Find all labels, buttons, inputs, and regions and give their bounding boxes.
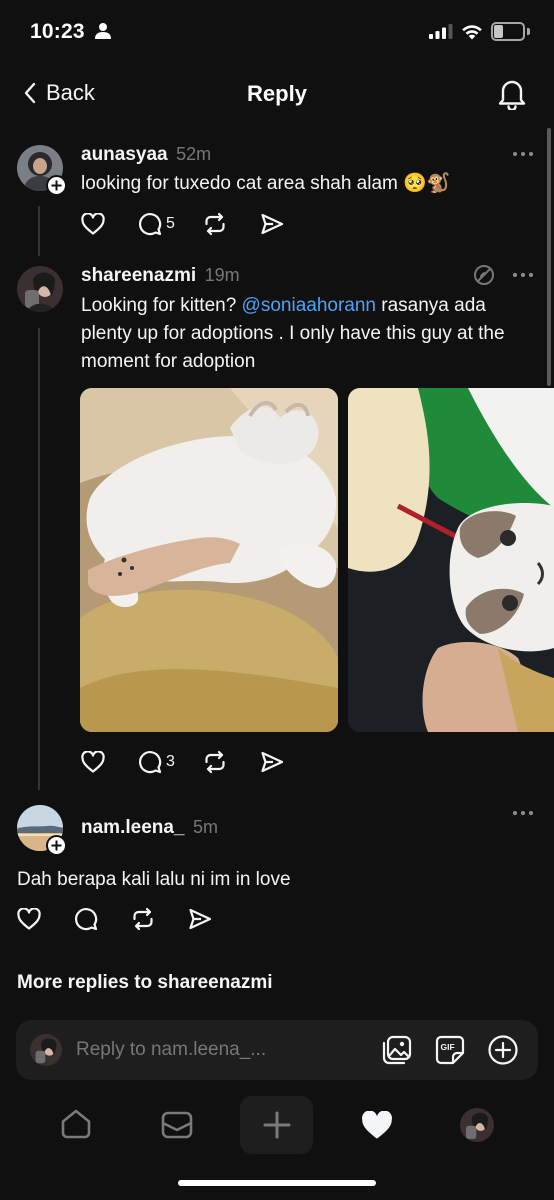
- heart-icon: [81, 213, 105, 235]
- back-label: Back: [46, 80, 95, 105]
- gif-icon: GIF: [435, 1035, 465, 1065]
- tab-profile[interactable]: [460, 1108, 494, 1142]
- plus-icon: [263, 1111, 290, 1139]
- svg-text:GIF: GIF: [441, 1042, 455, 1052]
- status-time: 10:23: [30, 20, 111, 44]
- notifications-button[interactable]: [498, 78, 526, 110]
- share-button[interactable]: [260, 751, 284, 773]
- repost-icon: [133, 907, 153, 931]
- hide-button[interactable]: [473, 264, 495, 286]
- post-image[interactable]: [80, 388, 338, 732]
- scrollbar[interactable]: [547, 128, 551, 386]
- post-text: Dah berapa kali lalu ni im in love: [17, 869, 291, 890]
- username[interactable]: aunasyaa: [81, 144, 168, 165]
- avatar-photo: [460, 1108, 494, 1142]
- username[interactable]: nam.leena_: [81, 817, 185, 838]
- like-button[interactable]: [81, 751, 105, 773]
- comment-icon: [75, 908, 98, 931]
- post-text: looking for tuxedo cat area shah alam 🥺🐒: [81, 173, 451, 194]
- avatar-photo: [17, 266, 63, 312]
- comment-icon: [139, 213, 162, 236]
- repost-icon: [205, 212, 225, 236]
- post-image[interactable]: [348, 388, 554, 732]
- comment-button[interactable]: 3: [138, 750, 175, 774]
- person-icon: [94, 23, 111, 39]
- avatar[interactable]: [17, 266, 63, 312]
- post-header: nam.leena_ 5m: [81, 817, 218, 839]
- reply-count: 3: [166, 753, 175, 770]
- heart-icon: [81, 751, 105, 773]
- bell-icon: [498, 80, 526, 110]
- avatar-photo: [30, 1034, 62, 1066]
- battery-level: 3: [504, 24, 512, 39]
- back-chevron-icon: [24, 82, 36, 104]
- heart-icon: [17, 908, 41, 930]
- tab-create[interactable]: [240, 1096, 313, 1154]
- share-icon: [261, 751, 284, 773]
- tab-activity[interactable]: [361, 1111, 393, 1140]
- kitten-photo: [348, 388, 554, 732]
- status-indicators: 3: [429, 22, 530, 41]
- post-actions: [17, 907, 212, 931]
- comment-button[interactable]: [74, 907, 98, 931]
- activity-heart-icon: [362, 1111, 392, 1139]
- post-header: aunasyaa 52m: [81, 144, 211, 166]
- post-header: shareenazmi 19m: [81, 265, 240, 287]
- reply-count: 5: [166, 215, 175, 232]
- gif-button[interactable]: GIF: [435, 1035, 465, 1065]
- home-icon: [61, 1109, 91, 1139]
- comment-button[interactable]: 5: [138, 212, 175, 236]
- add-attachment-button[interactable]: [487, 1034, 519, 1066]
- more-options-button[interactable]: [509, 807, 537, 819]
- mention-link[interactable]: @soniaahorann: [242, 295, 376, 316]
- timestamp: 19m: [204, 265, 240, 285]
- battery-nub: [527, 28, 530, 35]
- repost-button[interactable]: [131, 907, 155, 931]
- thread-line: [38, 206, 40, 256]
- hidden-icon: [474, 265, 494, 285]
- tab-home[interactable]: [60, 1108, 92, 1140]
- reply-input[interactable]: [76, 1036, 376, 1064]
- more-replies-link[interactable]: More replies to shareenazmi: [17, 972, 273, 994]
- username[interactable]: shareenazmi: [81, 265, 196, 286]
- post-text-start: Looking for kitten?: [81, 295, 242, 316]
- timestamp: 52m: [176, 144, 212, 164]
- cellular-signal-icon: [429, 24, 453, 39]
- inbox-icon: [161, 1111, 193, 1139]
- follow-button[interactable]: [46, 835, 67, 856]
- thread-line: [38, 328, 40, 790]
- share-button[interactable]: [260, 213, 284, 235]
- more-options-button[interactable]: [509, 148, 537, 160]
- tab-inbox[interactable]: [161, 1111, 193, 1139]
- follow-button[interactable]: [46, 175, 67, 196]
- share-button[interactable]: [188, 908, 212, 930]
- wifi-icon: [462, 24, 482, 39]
- like-button[interactable]: [81, 213, 105, 235]
- comment-icon: [139, 751, 162, 774]
- share-icon: [189, 908, 212, 930]
- home-indicator[interactable]: [178, 1180, 376, 1186]
- repost-button[interactable]: [203, 750, 227, 774]
- gallery-icon: [382, 1035, 412, 1065]
- post-actions: 5: [81, 212, 284, 236]
- post-text: Looking for kitten? @soniaahorann rasany…: [81, 292, 533, 376]
- composer-avatar: [30, 1034, 62, 1066]
- battery-indicator: 3: [491, 22, 525, 41]
- back-button[interactable]: Back: [24, 80, 95, 106]
- more-options-button[interactable]: [509, 269, 537, 281]
- plus-icon: [51, 180, 62, 191]
- reply-composer: GIF: [16, 1020, 538, 1080]
- like-button[interactable]: [17, 908, 41, 930]
- attach-image-button[interactable]: [382, 1035, 412, 1065]
- cat-photo: [80, 388, 338, 732]
- add-circle-icon: [488, 1035, 518, 1065]
- post-actions: 3: [81, 750, 284, 774]
- repost-icon: [205, 750, 225, 774]
- timestamp: 5m: [192, 817, 218, 837]
- share-icon: [261, 213, 284, 235]
- repost-button[interactable]: [203, 212, 227, 236]
- plus-icon: [51, 840, 62, 851]
